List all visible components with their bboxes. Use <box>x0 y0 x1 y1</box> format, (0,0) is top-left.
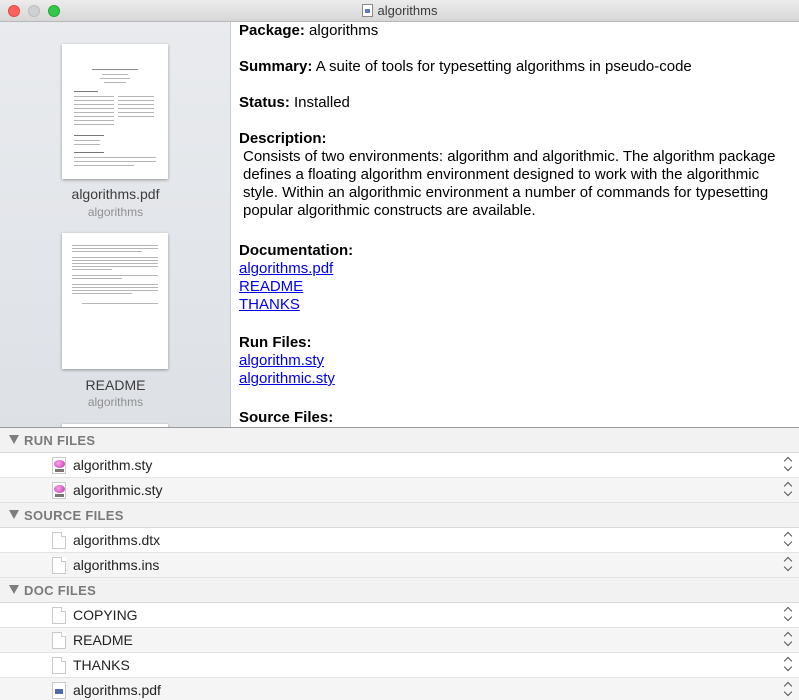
doc-link-algorithms-pdf[interactable]: algorithms.pdf <box>239 260 791 278</box>
disclosure-triangle-icon[interactable] <box>9 435 19 444</box>
chevron-updown-icon[interactable] <box>783 556 794 573</box>
sourcefiles-label: Source Files: <box>239 409 334 426</box>
thumbnail-sublabel: algorithms <box>87 395 144 409</box>
window-title: algorithms <box>0 3 799 18</box>
description-text: Consists of two environments: algorithm … <box>243 148 776 219</box>
file-name: algorithm.sty <box>73 457 153 473</box>
description-label: Description: <box>239 130 327 147</box>
file-row[interactable]: algorithm.sty <box>0 453 799 478</box>
document-icon <box>361 4 373 17</box>
doc-link-readme[interactable]: README <box>239 278 791 296</box>
window-titlebar: algorithms <box>0 0 799 22</box>
summary-line: Summary: A suite of tools for typesettin… <box>239 58 791 76</box>
section-title: SOURCE FILES <box>24 508 124 523</box>
disclosure-triangle-icon[interactable] <box>9 510 19 519</box>
package-info-pane: Package: algorithms Summary: A suite of … <box>232 22 799 427</box>
tex-file-icon <box>52 482 66 499</box>
thumbnail-algorithms-pdf[interactable] <box>62 44 168 179</box>
section-header-run-files[interactable]: RUN FILES <box>0 428 799 453</box>
document-icon <box>52 607 66 624</box>
status-line: Status: Installed <box>239 94 791 112</box>
doc-link-thanks[interactable]: THANKS <box>239 296 791 314</box>
section-title: RUN FILES <box>24 433 96 448</box>
file-row[interactable]: algorithms.pdf <box>0 678 799 700</box>
package-label: Package: <box>239 22 305 39</box>
summary-label: Summary: <box>239 58 313 75</box>
status-label: Status: <box>239 94 290 111</box>
chevron-updown-icon[interactable] <box>783 681 794 698</box>
run-link-algorithmic-sty[interactable]: algorithmic.sty <box>239 370 791 388</box>
file-row[interactable]: COPYING <box>0 603 799 628</box>
runfiles-label: Run Files: <box>239 334 312 351</box>
summary-value: A suite of tools for typesetting algorit… <box>315 58 692 75</box>
file-row[interactable]: algorithms.ins <box>0 553 799 578</box>
chevron-updown-icon[interactable] <box>783 531 794 548</box>
file-row[interactable]: algorithms.dtx <box>0 528 799 553</box>
file-name: README <box>73 632 133 648</box>
section-title: DOC FILES <box>24 583 97 598</box>
tex-file-icon <box>52 457 66 474</box>
section-header-doc-files[interactable]: DOC FILES <box>0 578 799 603</box>
preview-sidebar[interactable]: algorithms.pdf algorithms README algorit… <box>0 22 231 427</box>
documentation-label: Documentation: <box>239 242 354 259</box>
document-icon <box>52 532 66 549</box>
window-title-text: algorithms <box>377 3 438 18</box>
file-name: algorithmic.sty <box>73 482 163 498</box>
chevron-updown-icon[interactable] <box>783 631 794 648</box>
document-icon <box>52 657 66 674</box>
thumbnail-label: README <box>85 377 146 393</box>
chevron-updown-icon[interactable] <box>783 606 794 623</box>
file-row[interactable]: README <box>0 628 799 653</box>
documentation-links: algorithms.pdf README THANKS <box>239 260 791 314</box>
pdf-file-icon <box>52 682 66 699</box>
file-name: algorithms.ins <box>73 557 160 573</box>
file-name: algorithms.pdf <box>73 682 161 698</box>
file-name: algorithms.dtx <box>73 532 161 548</box>
file-row[interactable]: algorithmic.sty <box>0 478 799 503</box>
runfiles-links: algorithm.sty algorithmic.sty <box>239 352 791 388</box>
file-name: THANKS <box>73 657 130 673</box>
file-row[interactable]: THANKS <box>0 653 799 678</box>
thumbnail-label: algorithms.pdf <box>71 186 160 202</box>
thumbnail-sublabel: algorithms <box>87 205 144 219</box>
file-list: RUN FILES algorithm.sty algorithmic.sty … <box>0 428 799 700</box>
file-name: COPYING <box>73 607 138 623</box>
disclosure-triangle-icon[interactable] <box>9 585 19 594</box>
chevron-updown-icon[interactable] <box>783 481 794 498</box>
document-icon <box>52 632 66 649</box>
chevron-updown-icon[interactable] <box>783 656 794 673</box>
status-value: Installed <box>294 94 350 111</box>
run-link-algorithm-sty[interactable]: algorithm.sty <box>239 352 791 370</box>
document-icon <box>52 557 66 574</box>
thumbnail-readme[interactable] <box>62 233 168 369</box>
package-line: Package: algorithms <box>239 22 791 40</box>
package-value: algorithms <box>309 22 379 39</box>
chevron-updown-icon[interactable] <box>783 456 794 473</box>
section-header-source-files[interactable]: SOURCE FILES <box>0 503 799 528</box>
